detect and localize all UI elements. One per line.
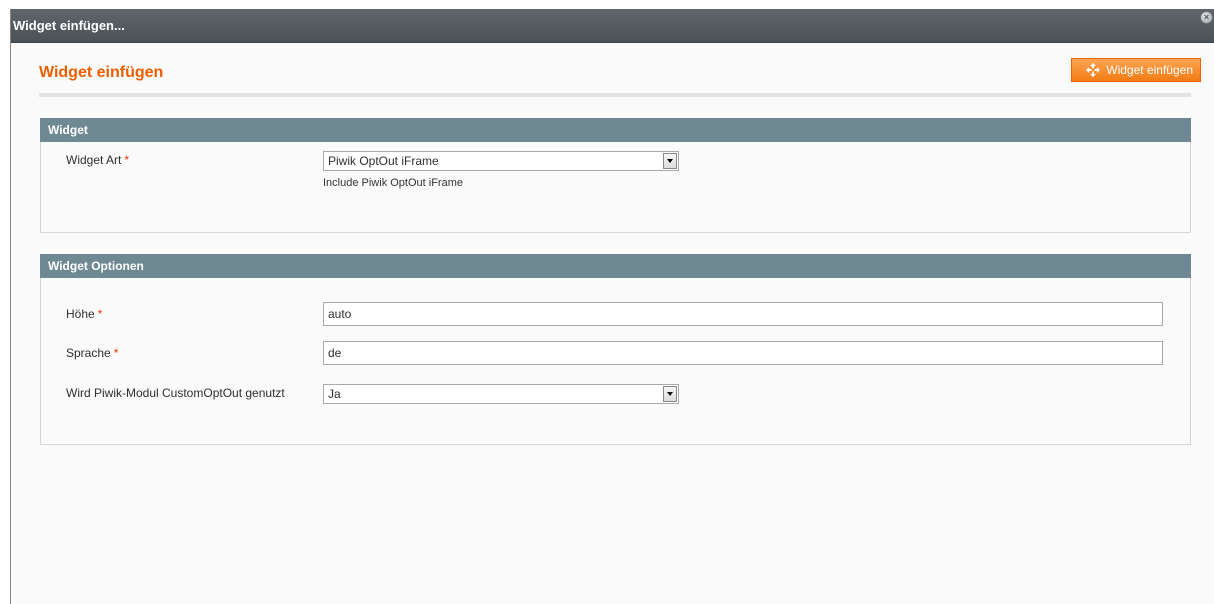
- page-header: Widget einfügen Widget einfügen: [39, 58, 1201, 97]
- insert-widget-button-label: Widget einfügen: [1106, 63, 1193, 77]
- chevron-down-icon[interactable]: [663, 386, 677, 402]
- required-mark: *: [124, 153, 130, 167]
- custom-optout-select[interactable]: Ja: [323, 384, 679, 404]
- language-label-text: Sprache: [66, 346, 111, 360]
- language-input[interactable]: de: [323, 341, 1163, 365]
- widget-type-note: Include Piwik OptOut iFrame: [323, 177, 463, 189]
- widget-type-select[interactable]: Piwik OptOut iFrame: [323, 151, 679, 171]
- widget-type-label: Widget Art *: [66, 151, 306, 169]
- widget-options-fieldset: Widget Optionen Höhe * auto Sprache * de W…: [40, 254, 1191, 445]
- height-label: Höhe *: [66, 305, 306, 323]
- widget-dialog: Widget einfügen... × Widget einfügen Wid…: [10, 9, 1214, 604]
- dialog-titlebar: Widget einfügen... ×: [11, 9, 1214, 43]
- insert-widget-button[interactable]: Widget einfügen: [1071, 58, 1201, 82]
- chevron-down-icon[interactable]: [663, 153, 677, 169]
- height-input[interactable]: auto: [323, 302, 1163, 326]
- required-mark: *: [97, 307, 103, 321]
- custom-optout-select-value: Ja: [328, 387, 341, 401]
- page-title: Widget einfügen: [39, 64, 164, 81]
- widget-type-label-text: Widget Art: [66, 153, 122, 167]
- language-label: Sprache *: [66, 344, 306, 362]
- widget-section-header: Widget: [40, 118, 1191, 142]
- close-icon[interactable]: ×: [1200, 11, 1213, 24]
- widget-fieldset: Widget Widget Art * Piwik OptOut iFrame I…: [40, 118, 1191, 233]
- widget-options-section-header: Widget Optionen: [40, 254, 1191, 278]
- dialog-title: Widget einfügen...: [13, 18, 125, 33]
- height-label-text: Höhe: [66, 307, 95, 321]
- custom-optout-label: Wird Piwik-Modul CustomOptOut genutzt: [66, 386, 285, 400]
- required-mark: *: [113, 346, 119, 360]
- widget-type-select-value: Piwik OptOut iFrame: [328, 154, 439, 168]
- move-arrows-icon: [1086, 63, 1101, 77]
